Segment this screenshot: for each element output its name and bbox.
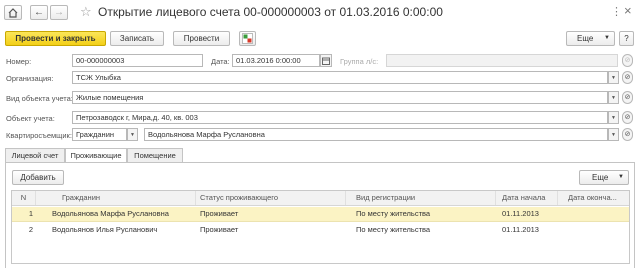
link-icon: ⊘ [624,114,631,121]
favorite-star-icon[interactable]: ☆ [80,4,92,20]
cell-status: Проживает [200,225,239,234]
group-open-button: ⊘ [622,54,633,67]
object-kind-open-button[interactable]: ⊘ [622,91,633,104]
chevron-down-icon: ▼ [611,95,616,101]
object-kind-dropdown-button[interactable]: ▼ [608,91,619,104]
column-header[interactable]: Статус проживающего [196,191,346,205]
save-button[interactable]: Записать [110,31,164,46]
title-bar: ← → ☆ Открытие лицевого счета 00-0000000… [0,0,640,26]
tenant-type-dropdown-button[interactable]: ▼ [127,128,138,141]
dt-kt-icon [242,33,253,44]
tenant-type-field[interactable]: Гражданин [72,128,127,141]
tab-residents[interactable]: Проживающие [65,148,127,163]
link-icon: ⊘ [624,57,631,64]
tab-premises[interactable]: Помещение [127,148,183,162]
forward-button[interactable]: → [50,5,68,20]
grid-more-button[interactable]: Еще ▼ [579,170,629,185]
grid-more-label: Еще [592,173,609,182]
cell-start-date: 01.11.2013 [502,225,539,234]
chevron-down-icon: ▼ [611,115,616,121]
more-button-label: Еще [577,34,594,43]
link-icon: ⊘ [624,131,631,138]
column-header[interactable]: Дата оконча... [558,191,629,205]
post-and-close-button[interactable]: Провести и закрыть [5,31,106,46]
calendar-button[interactable] [320,54,332,67]
object-field[interactable]: Петрозаводск г, Мира,д. 40, кв. 003 [72,111,608,124]
chevron-down-icon: ▼ [618,174,624,180]
number-label: Номер: [6,57,32,66]
object-label: Объект учета: [6,114,55,123]
dt-kt-button[interactable] [239,31,256,46]
date-field[interactable]: 01.03.2016 0:00:00 [232,54,320,67]
cell-start-date: 01.11.2013 [502,209,539,218]
cell-end-date [558,223,629,237]
add-button[interactable]: Добавить [12,170,64,185]
cell-registration: По месту жительства [356,209,431,218]
chevron-down-icon: ▼ [604,35,610,41]
column-header[interactable]: N [12,191,36,205]
link-icon: ⊘ [624,74,631,81]
home-button[interactable] [4,5,22,20]
tenant-label: Квартиросъемщик: [6,131,72,140]
window-menu-icon[interactable]: ⋮ [611,5,622,18]
column-header[interactable]: Дата начала [496,191,558,205]
calendar-icon [322,57,330,65]
chevron-down-icon: ▼ [130,132,135,138]
link-icon: ⊘ [624,94,631,101]
cell-number: 1 [28,209,33,218]
org-open-button[interactable]: ⊘ [622,71,633,84]
date-label: Дата: [211,57,230,66]
cell-registration: По месту жительства [356,225,431,234]
object-kind-label: Вид объекта учета: [6,94,73,103]
object-dropdown-button[interactable]: ▼ [608,111,619,124]
close-icon[interactable]: × [624,3,632,18]
arrow-left-icon: ← [34,7,44,18]
home-icon [8,8,18,18]
table-row[interactable]: 2 Водольянов Илья Русланович Проживает П… [12,223,629,238]
cell-end-date [558,207,629,221]
window-title: Открытие лицевого счета 00-000000003 от … [98,5,443,19]
tenant-field[interactable]: Водольянова Марфа Руслановна [144,128,608,141]
chevron-down-icon: ▼ [611,75,616,81]
cell-number: 2 [28,225,33,234]
tab-account[interactable]: Лицевой счет [5,148,65,162]
post-button[interactable]: Провести [173,31,230,46]
arrow-right-icon: → [54,7,64,18]
residents-table: N Гражданин Статус проживающего Вид реги… [11,190,630,264]
object-kind-field[interactable]: Жилые помещения [72,91,608,104]
org-dropdown-button[interactable]: ▼ [608,71,619,84]
cell-status: Проживает [200,209,239,218]
more-button[interactable]: Еще ▼ [566,31,615,46]
tenant-dropdown-button[interactable]: ▼ [608,128,619,141]
object-open-button[interactable]: ⊘ [622,111,633,124]
help-button[interactable]: ? [619,31,634,46]
cell-citizen: Водольянов Илья Русланович [52,225,158,234]
column-header[interactable]: Вид регистрации [346,191,496,205]
table-row[interactable]: 1 Водольянова Марфа Руслановна Проживает… [12,207,629,222]
cell-citizen: Водольянова Марфа Руслановна [52,209,169,218]
number-field[interactable]: 00-000000003 [72,54,203,67]
back-button[interactable]: ← [30,5,48,20]
chevron-down-icon: ▼ [611,132,616,138]
group-field [386,54,618,67]
tenant-open-button[interactable]: ⊘ [622,128,633,141]
org-field[interactable]: ТСЖ Улыбка [72,71,608,84]
table-header: N Гражданин Статус проживающего Вид реги… [12,191,629,206]
group-label: Группа л/с: [340,57,379,66]
org-label: Организация: [6,74,54,83]
column-header[interactable]: Гражданин [36,191,196,205]
